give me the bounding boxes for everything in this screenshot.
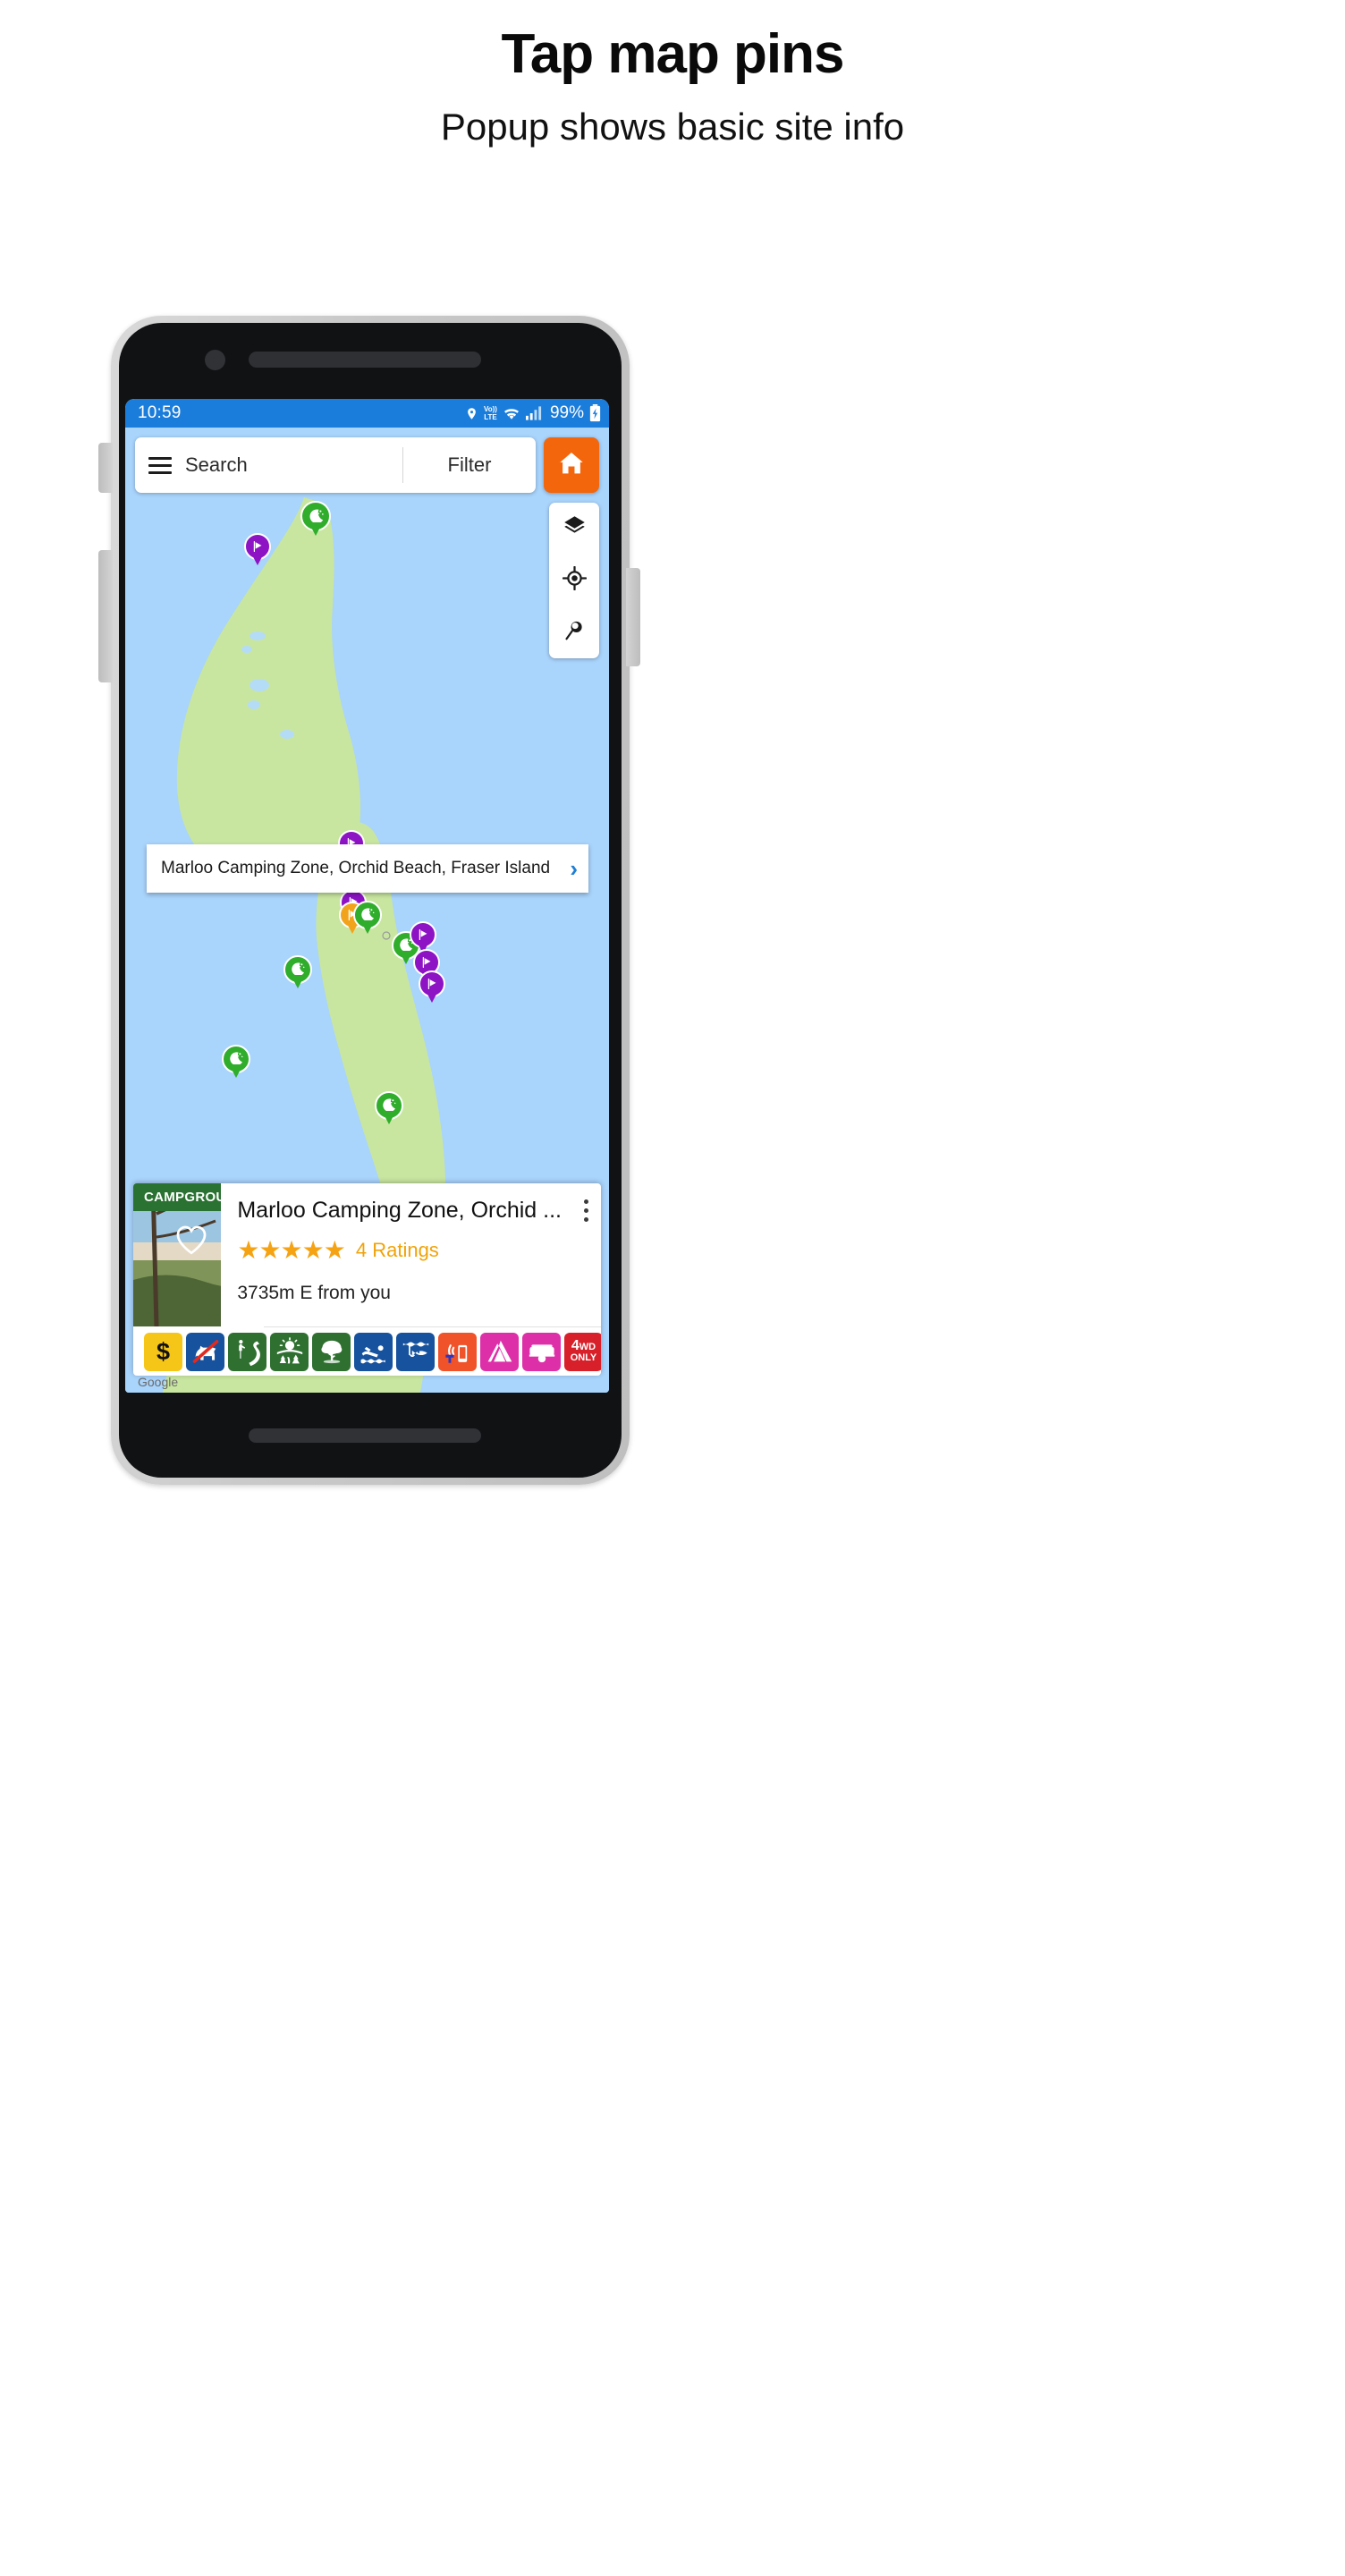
camping-pin-icon bbox=[222, 1045, 250, 1074]
signal-bars-icon bbox=[525, 406, 543, 420]
flag-pin-icon bbox=[244, 533, 271, 561]
card-top-section: CAMPGROUND Marloo Camping Zone, Orchid .… bbox=[133, 1183, 601, 1327]
star-rating-icon: ★★★★★ bbox=[237, 1236, 346, 1265]
camper-trailer-icon[interactable] bbox=[522, 1332, 561, 1371]
popup-title: Marloo Camping Zone, Orchid Beach, Frase… bbox=[161, 859, 551, 878]
search-magnifier-icon bbox=[563, 619, 586, 646]
my-location-icon bbox=[562, 566, 587, 595]
phone-screen: 10:59 Vo)) LTE 99% Search Filter Google … bbox=[125, 399, 609, 1394]
camping-pin-icon bbox=[353, 901, 382, 930]
hiking-trail-icon[interactable] bbox=[228, 1332, 266, 1371]
map-pin-purple[interactable] bbox=[419, 970, 445, 998]
category-badge: CAMPGROUND bbox=[133, 1183, 222, 1212]
volume-down-button[interactable] bbox=[98, 550, 113, 683]
page-subtitle: Popup shows basic site info bbox=[440, 106, 905, 148]
heart-outline-icon[interactable] bbox=[174, 1224, 208, 1260]
search-toolbar: Search Filter bbox=[135, 437, 599, 494]
camping-pin-icon bbox=[375, 1091, 403, 1121]
distance-label: 3735m E from you bbox=[237, 1283, 391, 1304]
site-title: Marloo Camping Zone, Orchid ... bbox=[237, 1198, 562, 1224]
site-thumbnail[interactable]: CAMPGROUND bbox=[133, 1183, 222, 1327]
my-location-button[interactable] bbox=[549, 555, 599, 606]
map-pin-green[interactable] bbox=[353, 901, 382, 930]
camping-pin-icon bbox=[300, 501, 331, 532]
swimming-icon[interactable] bbox=[354, 1332, 393, 1371]
map-pin-purple[interactable] bbox=[244, 533, 271, 561]
page-header: Tap map pins Popup shows basic site info bbox=[0, 0, 1345, 148]
no-dogs-icon[interactable] bbox=[186, 1332, 224, 1371]
scenic-view-icon[interactable] bbox=[270, 1332, 309, 1371]
earpiece-speaker bbox=[249, 352, 481, 369]
volume-up-button[interactable] bbox=[98, 443, 113, 494]
volte-icon: Vo)) LTE bbox=[484, 405, 497, 422]
mobile-signal-icon[interactable] bbox=[438, 1332, 477, 1371]
search-bar[interactable]: Search Filter bbox=[135, 437, 536, 494]
map-pin-green[interactable] bbox=[283, 955, 312, 985]
flag-pin-icon bbox=[419, 970, 445, 998]
map-pin-green[interactable] bbox=[222, 1045, 250, 1074]
fee-icon[interactable]: $ bbox=[144, 1332, 182, 1371]
status-bar-icons: Vo)) LTE 99% bbox=[465, 403, 601, 423]
battery-charging-icon bbox=[589, 404, 601, 422]
map-pin-purple[interactable] bbox=[410, 921, 436, 949]
rating-row: ★★★★★ 4 Ratings bbox=[237, 1238, 592, 1263]
search-input[interactable]: Search bbox=[185, 453, 402, 477]
home-button[interactable] bbox=[544, 437, 599, 494]
hamburger-menu-icon[interactable] bbox=[135, 456, 185, 474]
wifi-icon bbox=[503, 406, 520, 420]
4wd-only-icon[interactable]: 4WD ONLY bbox=[564, 1332, 601, 1371]
map-watermark: Google bbox=[138, 1375, 179, 1390]
status-bar-time: 10:59 bbox=[138, 403, 182, 423]
tent-icon[interactable] bbox=[480, 1332, 519, 1371]
home-icon bbox=[557, 449, 586, 482]
location-pin-icon bbox=[465, 405, 478, 422]
kebab-menu-icon[interactable] bbox=[580, 1196, 592, 1225]
battery-percent-label: 99% bbox=[549, 403, 584, 423]
map-canvas[interactable]: Search Filter Google Marloo Camping Zone… bbox=[125, 428, 609, 1394]
camping-pin-icon bbox=[283, 955, 312, 985]
fishing-icon[interactable] bbox=[396, 1332, 435, 1371]
map-popup-callout[interactable]: Marloo Camping Zone, Orchid Beach, Frase… bbox=[147, 844, 588, 894]
card-details: Marloo Camping Zone, Orchid ... ★★★★★ 4 … bbox=[221, 1183, 601, 1326]
layers-icon bbox=[563, 514, 587, 543]
search-area-button[interactable] bbox=[549, 606, 599, 658]
navigation-pill[interactable] bbox=[249, 1428, 481, 1444]
power-button[interactable] bbox=[626, 568, 640, 667]
status-bar: 10:59 Vo)) LTE 99% bbox=[125, 399, 609, 428]
site-info-card[interactable]: CAMPGROUND Marloo Camping Zone, Orchid .… bbox=[133, 1183, 601, 1377]
flag-pin-icon bbox=[410, 921, 436, 949]
filter-button[interactable]: Filter bbox=[403, 453, 536, 477]
rating-count-label[interactable]: 4 Ratings bbox=[356, 1239, 439, 1262]
chevron-right-icon[interactable]: › bbox=[570, 857, 578, 880]
phone-mockup: 10:59 Vo)) LTE 99% Search Filter Google … bbox=[0, 148, 1345, 2437]
map-pin-green[interactable] bbox=[375, 1091, 403, 1121]
map-controls bbox=[549, 503, 599, 659]
shade-tree-icon[interactable] bbox=[312, 1332, 351, 1371]
layers-button[interactable] bbox=[549, 503, 599, 555]
amenity-icon-row[interactable]: $ 4WD ONLY bbox=[133, 1327, 601, 1376]
map-pin-green[interactable] bbox=[300, 501, 331, 532]
page-title: Tap map pins bbox=[501, 23, 844, 85]
